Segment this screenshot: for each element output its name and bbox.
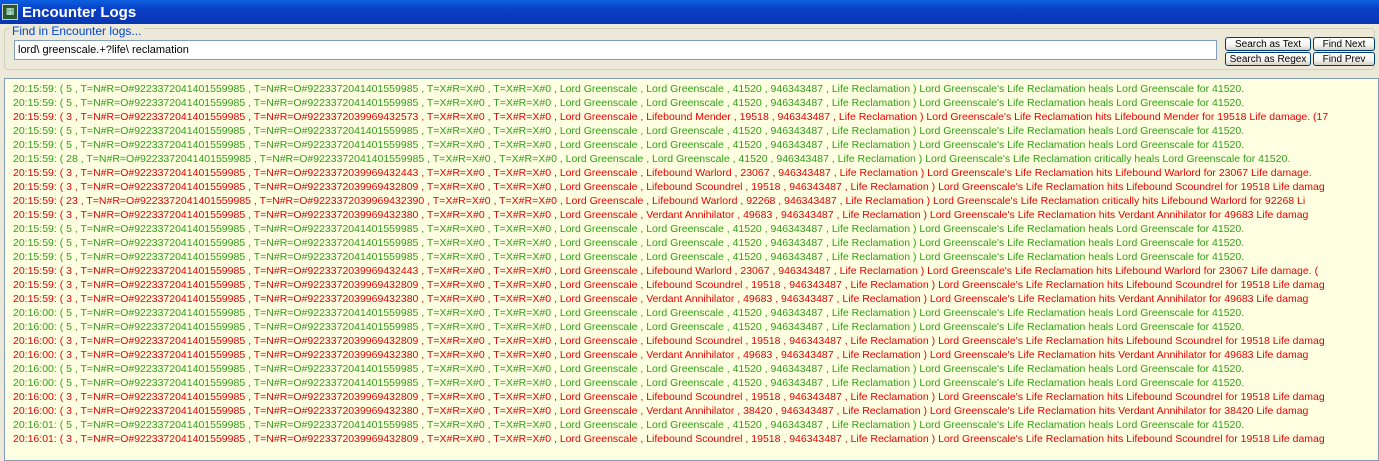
log-output[interactable]: 20:15:59: ( 5 , T=N#R=O#9223372041401559… <box>4 78 1379 461</box>
find-next-button[interactable]: Find Next <box>1313 37 1375 51</box>
log-line-damage: 20:16:00: ( 3 , T=N#R=O#9223372041401559… <box>13 335 1325 347</box>
log-line-damage: 20:15:59: ( 3 , T=N#R=O#9223372041401559… <box>13 167 1312 179</box>
log-line-heal: 20:15:59: ( 5 , T=N#R=O#9223372041401559… <box>13 237 1245 249</box>
log-line-damage: 20:15:59: ( 3 , T=N#R=O#9223372041401559… <box>13 181 1325 193</box>
log-line-damage: 20:16:00: ( 3 , T=N#R=O#9223372041401559… <box>13 391 1325 403</box>
log-line-heal: 20:15:59: ( 5 , T=N#R=O#9223372041401559… <box>13 139 1245 151</box>
log-line-heal: 20:15:59: ( 5 , T=N#R=O#9223372041401559… <box>13 125 1245 137</box>
log-line-damage: 20:15:59: ( 3 , T=N#R=O#9223372041401559… <box>13 209 1309 221</box>
log-line-damage: 20:15:59: ( 23 , T=N#R=O#922337204140155… <box>13 195 1306 207</box>
log-line-heal: 20:15:59: ( 5 , T=N#R=O#9223372041401559… <box>13 223 1245 235</box>
search-input[interactable] <box>14 40 1217 60</box>
log-line-damage: 20:15:59: ( 3 , T=N#R=O#9223372041401559… <box>13 265 1319 277</box>
log-line-damage: 20:16:00: ( 3 , T=N#R=O#9223372041401559… <box>13 405 1309 417</box>
log-line-heal: 20:16:00: ( 5 , T=N#R=O#9223372041401559… <box>13 363 1245 375</box>
log-line-damage: 20:15:59: ( 3 , T=N#R=O#9223372041401559… <box>13 111 1329 123</box>
log-line-heal: 20:16:00: ( 5 , T=N#R=O#9223372041401559… <box>13 321 1245 333</box>
log-line-damage: 20:15:59: ( 3 , T=N#R=O#9223372041401559… <box>13 293 1309 305</box>
search-as-text-button[interactable]: Search as Text <box>1225 37 1311 51</box>
log-line-damage: 20:15:59: ( 3 , T=N#R=O#9223372041401559… <box>13 279 1325 291</box>
search-as-regex-button[interactable]: Search as Regex <box>1225 52 1311 66</box>
log-line-heal: 20:15:59: ( 5 , T=N#R=O#9223372041401559… <box>13 97 1245 109</box>
log-line-heal: 20:16:00: ( 5 , T=N#R=O#9223372041401559… <box>13 377 1245 389</box>
log-line-heal: 20:15:59: ( 5 , T=N#R=O#9223372041401559… <box>13 251 1245 263</box>
log-line-damage: 20:16:01: ( 3 , T=N#R=O#9223372041401559… <box>13 433 1325 445</box>
find-group-label: Find in Encounter logs... <box>10 24 144 38</box>
log-line-heal: 20:16:01: ( 5 , T=N#R=O#9223372041401559… <box>13 419 1245 431</box>
log-line-damage: 20:16:00: ( 3 , T=N#R=O#9223372041401559… <box>13 349 1309 361</box>
log-line-heal: 20:15:59: ( 5 , T=N#R=O#9223372041401559… <box>13 83 1245 95</box>
window-title: Encounter Logs <box>22 3 137 21</box>
title-bar[interactable]: ▦ Encounter Logs <box>0 0 1379 24</box>
log-line-heal: 20:15:59: ( 28 , T=N#R=O#922337204140155… <box>13 153 1291 165</box>
log-line-heal: 20:16:00: ( 5 , T=N#R=O#9223372041401559… <box>13 307 1245 319</box>
find-prev-button[interactable]: Find Prev <box>1313 52 1375 66</box>
app-logo-icon: ▦ <box>2 4 18 20</box>
